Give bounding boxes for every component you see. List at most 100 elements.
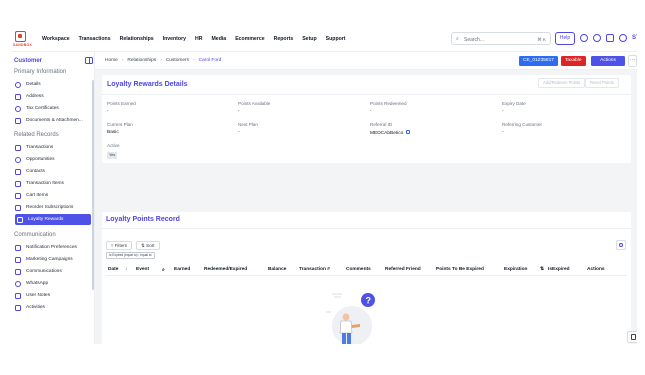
sidebar-item-transactions[interactable]: Transactions (15, 142, 91, 153)
sidebar-item-communications[interactable]: Communications (15, 266, 91, 277)
avatar[interactable]: ST (632, 34, 637, 42)
col-event[interactable]: Event (136, 267, 149, 272)
settings-icon[interactable] (593, 34, 601, 42)
field-label: Points Earned (107, 101, 136, 106)
sidebar-scrollbar[interactable] (92, 80, 94, 290)
copy-icon[interactable] (406, 130, 411, 134)
sort-button[interactable]: ⇅ Sort (136, 241, 160, 250)
refresh-button[interactable] (616, 240, 626, 250)
table-header: Date ↓ Event ⌕ Earned Redeemed/Expired B… (106, 264, 627, 276)
sidebar-item-address[interactable]: Address (15, 91, 91, 102)
sidebar-item-notification-preferences[interactable]: Notification Preferences (15, 242, 91, 253)
col-date[interactable]: Date (108, 267, 118, 272)
breadcrumb-home[interactable]: Home (105, 58, 118, 63)
col-expiration[interactable]: Expiration (504, 267, 527, 272)
sort-toggle-icon[interactable]: ⇅ (540, 267, 544, 272)
section-primary-information: Primary Information (14, 69, 67, 75)
field-value: - (502, 130, 504, 135)
nav-ecommerce[interactable]: Ecommerce (235, 36, 264, 42)
actions-button[interactable]: Actions (591, 56, 625, 66)
nav-transactions[interactable]: Transactions (79, 36, 111, 42)
active-filter-chip[interactable]: Is Expired (equal to) : equal to (106, 252, 155, 259)
nav-hr[interactable]: HR (195, 36, 203, 42)
col-points-to-be-expired[interactable]: Points To Be Expired (436, 267, 484, 272)
points-record-card: Loyalty Points Record ▿ Filters ⇅ Sort I… (102, 212, 631, 344)
nav-reports[interactable]: Reports (274, 36, 294, 42)
bookmark-icon[interactable] (606, 34, 614, 42)
nav-support[interactable]: Support (326, 36, 346, 42)
sidebar-item-cart-items[interactable]: Cart Items (15, 190, 91, 201)
sidebar-title: Customer (14, 58, 43, 64)
field-label: Current Plan (107, 122, 133, 127)
sidebar-item-label: Cart Items (26, 193, 49, 198)
nav-setup[interactable]: Setup (302, 36, 316, 42)
sidebar-item-label: Address (26, 94, 44, 99)
nav-workspace[interactable]: Workspace (42, 36, 70, 42)
notes-floating-button[interactable] (627, 331, 637, 343)
sidebar-item-opportunities[interactable]: Opportunities (15, 154, 91, 165)
items-icon (15, 180, 21, 187)
col-earned[interactable]: Earned (174, 267, 190, 272)
nav-media[interactable]: Media (211, 36, 226, 42)
search-icon[interactable]: ⌕ (162, 267, 165, 273)
history-icon[interactable] (619, 34, 627, 42)
nav-inventory[interactable]: Inventory (163, 36, 186, 42)
field-value: - (370, 109, 372, 114)
field-label: Referral ID (370, 122, 393, 127)
app-logo[interactable]: SANDBOX (13, 31, 32, 47)
sidebar-item-user-notes[interactable]: User Notes (15, 290, 91, 301)
col-comments[interactable]: Comments (346, 267, 371, 272)
sidebar-item-loyalty-rewards[interactable]: Loyalty Rewards (15, 214, 91, 225)
sidebar-item-reorder-subscriptions[interactable]: Reorder Subscriptions (15, 202, 91, 213)
field-value-referral-id: MEDCAbBetico (370, 130, 411, 136)
sort-arrow-icon[interactable]: ↓ (125, 267, 127, 272)
search-placeholder: Search... (464, 36, 485, 43)
top-icons: ST (580, 34, 637, 42)
search-input[interactable]: ⌕ Search... ⌘ K (451, 32, 551, 45)
nav-relationships[interactable]: Relationships (120, 36, 154, 42)
filters-button[interactable]: ▿ Filters (106, 241, 133, 250)
sidebar-item-label: Reorder Subscriptions (26, 205, 74, 210)
col-referred-friend[interactable]: Referred Friend (385, 267, 421, 272)
sidebar-item-whatsapp[interactable]: WhatsApp (15, 278, 91, 289)
megaphone-icon (15, 256, 21, 263)
breadcrumb-customers[interactable]: Customers (166, 58, 189, 63)
more-options-button[interactable]: ··· (628, 55, 637, 67)
document-icon (631, 334, 636, 340)
question-mark-glyph: ? (366, 296, 372, 306)
sidebar-item-contacts[interactable]: Contacts (15, 166, 91, 177)
reset-points-button[interactable]: Reset Points (585, 78, 619, 88)
sort-label: Sort (146, 243, 155, 248)
col-isexpired[interactable]: IsExpired (548, 267, 570, 272)
card-divider (102, 228, 631, 229)
sidebar-item-documents[interactable]: Documents & Attachmen... (15, 115, 91, 126)
sidebar-item-label: Communications (26, 269, 62, 274)
field-value: - (107, 109, 109, 114)
sidebar-item-activities[interactable]: Activities (15, 302, 91, 313)
sidebar-item-label: Opportunities (26, 157, 55, 162)
sidebar-item-label: Tax Certificates (26, 106, 59, 111)
bell-icon[interactable] (580, 34, 588, 42)
contacts-icon (15, 168, 21, 175)
col-actions[interactable]: Actions (587, 267, 605, 272)
breadcrumb-current: Carol Ford (198, 58, 222, 63)
card-divider (102, 94, 631, 95)
sidebar-item-tax-certificates[interactable]: Tax Certificates (15, 103, 91, 114)
sidebar-item-marketing-campaigns[interactable]: Marketing Campaigns (15, 254, 91, 265)
target-icon (15, 156, 21, 163)
cart-icon (15, 192, 21, 199)
main-content: Loyalty Rewards Details Add/Redeem Point… (95, 70, 637, 344)
sidebar-item-label: User Notes (26, 293, 50, 298)
sidebar-item-transaction-items[interactable]: Transaction Items (15, 178, 91, 189)
breadcrumb-relationships[interactable]: Relationships (127, 58, 156, 63)
col-balance[interactable]: Balance (268, 267, 286, 272)
subscription-icon (15, 204, 21, 211)
collapse-sidebar-icon[interactable] (85, 57, 93, 64)
col-redeemed-expired[interactable]: Redeemed/Expired (204, 267, 247, 272)
sidebar-item-details[interactable]: Details (15, 79, 91, 90)
add-redeem-points-button[interactable]: Add/Redeem Points (538, 78, 586, 88)
col-transaction-number[interactable]: Transaction # (299, 267, 330, 272)
refresh-icon (619, 243, 623, 247)
help-button[interactable]: Help (555, 32, 575, 45)
whatsapp-icon (15, 280, 21, 287)
